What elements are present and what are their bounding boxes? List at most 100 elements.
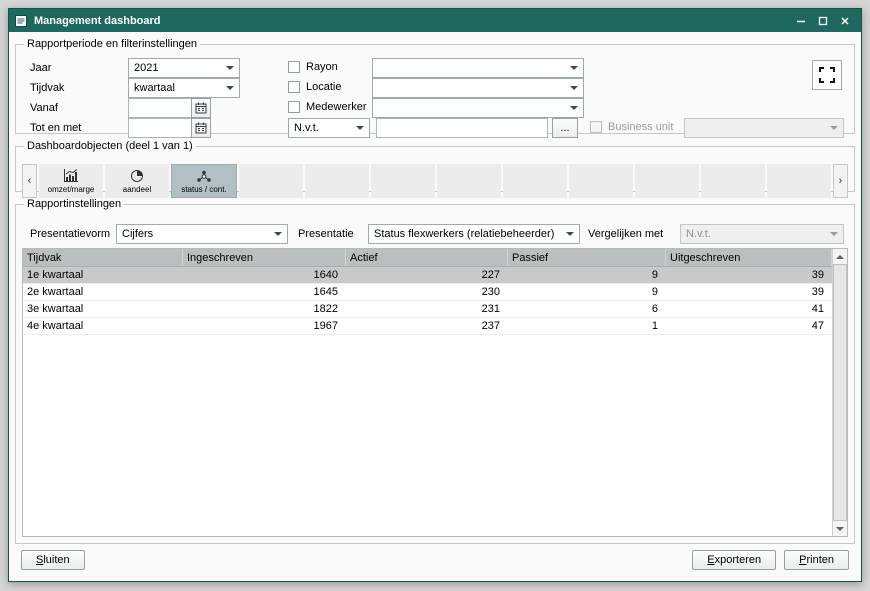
tijdvak-label: Tijdvak <box>30 82 64 94</box>
bar-chart-icon <box>63 169 79 184</box>
rayon-checkbox[interactable]: Rayon <box>288 61 338 73</box>
vrij-veld-input[interactable] <box>377 119 547 137</box>
calendar-icon <box>195 122 207 134</box>
dashboard-tile-empty[interactable] <box>437 164 501 198</box>
dashboard-tile-empty[interactable] <box>635 164 699 198</box>
dashboard-tile-empty[interactable] <box>503 164 567 198</box>
table-body: 1e kwartaal16402279392e kwartaal16452309… <box>23 267 832 335</box>
app-icon <box>14 14 28 28</box>
chevron-down-icon <box>570 66 578 70</box>
chevron-down-icon <box>830 232 838 236</box>
tot-en-met-input[interactable] <box>129 119 191 137</box>
table-row-1e-kwartaal[interactable]: 1e kwartaal1640227939 <box>23 267 832 284</box>
pie-chart-icon <box>130 169 144 184</box>
tiles-next-button[interactable]: › <box>833 164 848 198</box>
locatie-select[interactable] <box>372 78 584 98</box>
vrij-veld-wrap <box>376 118 548 138</box>
tiles-prev-button[interactable]: ‹ <box>22 164 37 198</box>
checkbox-box-icon <box>590 121 602 133</box>
calendar-icon <box>195 102 207 114</box>
medewerker-select[interactable] <box>372 98 584 118</box>
scrollbar-thumb[interactable] <box>833 264 847 521</box>
column-header-tijdvak[interactable]: Tijdvak <box>23 249 183 266</box>
fullscreen-corners-icon <box>818 66 836 84</box>
tile-label: aandeel <box>123 185 151 194</box>
jaar-select[interactable]: 2021 <box>128 58 240 78</box>
network-icon <box>196 169 212 184</box>
exporteren-button[interactable]: Exporteren <box>692 550 776 570</box>
browse-button[interactable]: ... <box>552 118 578 138</box>
business-unit-checkbox[interactable]: Business unit <box>590 121 673 133</box>
filter-group-title: Rapportperiode en filterinstellingen <box>24 38 200 50</box>
table-main: TijdvakIngeschrevenActiefPassiefUitgesch… <box>23 249 832 536</box>
report-settings-title: Rapportinstellingen <box>24 198 124 210</box>
column-header-ingeschreven[interactable]: Ingeschreven <box>183 249 346 266</box>
results-table: TijdvakIngeschrevenActiefPassiefUitgesch… <box>22 248 848 537</box>
vergelijken-met-select: N.v.t. <box>680 224 844 244</box>
tot-en-met-field-wrap <box>128 118 192 138</box>
row-value: 230 <box>346 284 508 300</box>
row-value: 9 <box>508 284 666 300</box>
row-value: 1645 <box>183 284 346 300</box>
window-title: Management dashboard <box>34 15 790 27</box>
chevron-down-icon <box>566 232 574 236</box>
vergelijken-met-label: Vergelijken met <box>588 228 663 240</box>
vertical-scrollbar[interactable] <box>832 249 847 536</box>
close-button[interactable] <box>834 12 856 29</box>
row-label: 4e kwartaal <box>23 318 183 334</box>
table-row-4e-kwartaal[interactable]: 4e kwartaal1967237147 <box>23 318 832 335</box>
tijdvak-select[interactable]: kwartaal <box>128 78 240 98</box>
dashboard-tile-empty[interactable] <box>371 164 435 198</box>
rayon-select[interactable] <box>372 58 584 78</box>
nvt-select[interactable]: N.v.t. <box>288 118 370 138</box>
checkbox-box-icon <box>288 81 300 93</box>
dashboard-tile-omzet-marge[interactable]: omzet/marge <box>39 164 103 198</box>
fullscreen-button[interactable] <box>812 60 842 90</box>
row-value: 237 <box>346 318 508 334</box>
row-value: 47 <box>666 318 832 334</box>
dashboard-tile-empty[interactable] <box>239 164 303 198</box>
vanaf-label: Vanaf <box>30 102 58 114</box>
table-row-3e-kwartaal[interactable]: 3e kwartaal1822231641 <box>23 301 832 318</box>
column-header-actief[interactable]: Actief <box>346 249 508 266</box>
vanaf-calendar-button[interactable] <box>191 98 211 118</box>
row-value: 231 <box>346 301 508 317</box>
medewerker-checkbox[interactable]: Medewerker <box>288 101 367 113</box>
report-settings-group: Rapportinstellingen Presentatievorm Cijf… <box>15 198 855 544</box>
dashboard-tile-empty[interactable] <box>569 164 633 198</box>
maximize-button[interactable] <box>812 12 834 29</box>
minimize-button[interactable] <box>790 12 812 29</box>
row-value: 227 <box>346 267 508 283</box>
table-header-row: TijdvakIngeschrevenActiefPassiefUitgesch… <box>23 249 832 267</box>
chevron-down-icon <box>356 126 364 130</box>
nvt-value: N.v.t. <box>294 122 319 134</box>
close-icon <box>840 16 850 26</box>
column-header-passief[interactable]: Passief <box>508 249 666 266</box>
column-header-uitgeschreven[interactable]: Uitgeschreven <box>666 249 832 266</box>
medewerker-label: Medewerker <box>306 101 367 113</box>
sluiten-button[interactable]: Sluiten <box>21 550 85 570</box>
titlebar[interactable]: Management dashboard <box>9 9 861 32</box>
presentatievorm-label: Presentatievorm <box>30 228 110 240</box>
tot-en-met-label: Tot en met <box>30 122 81 134</box>
printen-button[interactable]: Printen <box>784 550 849 570</box>
dashboard-tile-status-cont[interactable]: status / cont. <box>171 164 237 198</box>
row-value: 1 <box>508 318 666 334</box>
dashboard-tile-empty[interactable] <box>305 164 369 198</box>
chevron-down-icon <box>226 66 234 70</box>
chevron-down-icon <box>570 86 578 90</box>
scroll-down-button[interactable] <box>833 521 847 536</box>
tot-en-met-calendar-button[interactable] <box>191 118 211 138</box>
table-row-2e-kwartaal[interactable]: 2e kwartaal1645230939 <box>23 284 832 301</box>
dashboard-tile-empty[interactable] <box>767 164 831 198</box>
dashboard-tile-aandeel[interactable]: aandeel <box>105 164 169 198</box>
presentatie-select[interactable]: Status flexwerkers (relatiebeheerder) <box>368 224 580 244</box>
presentatievorm-select[interactable]: Cijfers <box>116 224 288 244</box>
locatie-checkbox[interactable]: Locatie <box>288 81 341 93</box>
scroll-up-button[interactable] <box>833 249 847 264</box>
dashboard-tile-empty[interactable] <box>701 164 765 198</box>
vanaf-input[interactable] <box>129 99 191 117</box>
chevron-down-icon <box>274 232 282 236</box>
row-label: 1e kwartaal <box>23 267 183 283</box>
presentatie-label: Presentatie <box>298 228 354 240</box>
